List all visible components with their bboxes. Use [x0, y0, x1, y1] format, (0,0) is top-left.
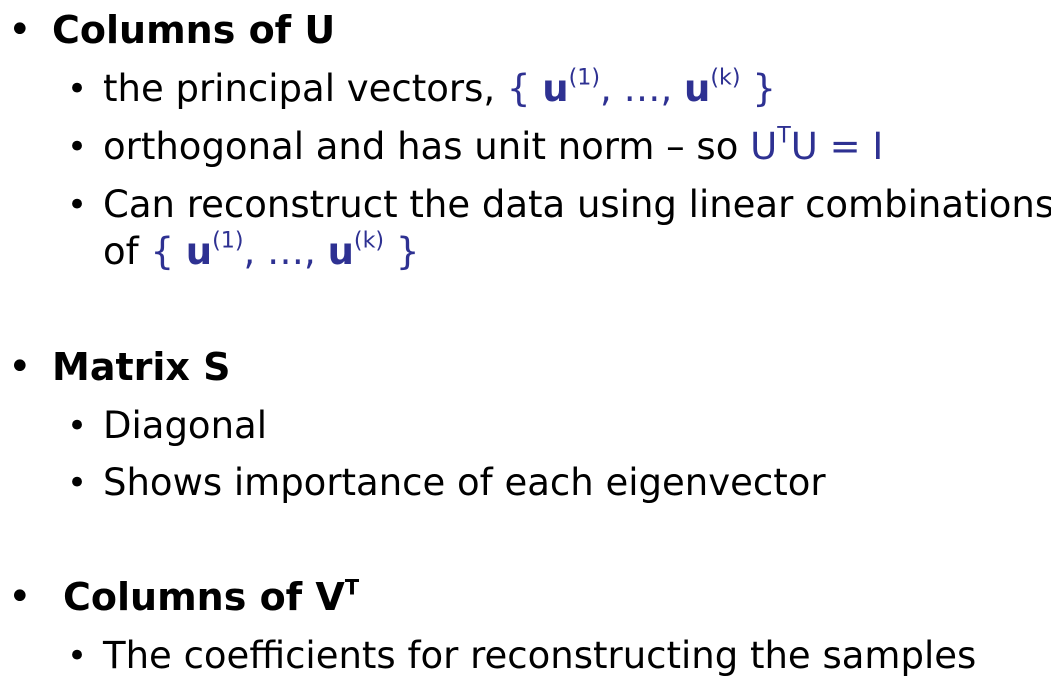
heading-columns-of-u: • Columns of U: [8, 8, 336, 52]
list-item-importance: • Shows importance of each eigenvector: [67, 461, 826, 505]
bullet: •: [8, 574, 32, 620]
bullet: •: [8, 344, 32, 390]
bullet: •: [67, 636, 88, 676]
bullet: •: [67, 406, 88, 446]
bullet: •: [67, 69, 88, 109]
math-utu-identity: UTU = I: [750, 122, 884, 168]
heading-text: Columns of U: [52, 8, 336, 52]
list-item-coefficients: • The coefficients for reconstructing th…: [67, 634, 977, 678]
heading-text: Columns of V: [63, 575, 345, 619]
heading-superscript: T: [344, 575, 360, 600]
list-item-diagonal: • Diagonal: [67, 404, 267, 448]
item-text-line1: Can reconstruct the data using linear co…: [103, 183, 1051, 226]
list-item-principal-vectors: • the principal vectors, { u(1), …, u(k)…: [67, 64, 776, 111]
bullet: •: [8, 7, 32, 53]
item-text: orthogonal and has unit norm – so: [103, 125, 751, 168]
item-text: the principal vectors,: [103, 67, 507, 110]
heading-columns-of-vt: • Columns of VT: [8, 575, 360, 619]
item-text: Shows importance of each eigenvector: [103, 461, 826, 504]
list-item-reconstruct-continued: of { u(1), …, u(k) }: [103, 227, 420, 274]
bullet: •: [67, 463, 88, 503]
math-set-u: { u(1), …, u(k) }: [150, 227, 420, 273]
bullet: •: [67, 185, 88, 225]
item-text: Diagonal: [103, 404, 267, 447]
item-text-line2: of: [103, 230, 151, 273]
list-item-reconstruct: • Can reconstruct the data using linear …: [67, 183, 1051, 227]
math-set-u: { u(1), …, u(k) }: [506, 64, 776, 110]
item-text: The coefficients for reconstructing the …: [103, 634, 977, 677]
list-item-orthogonal: • orthogonal and has unit norm – so UTU …: [67, 122, 884, 169]
bullet: •: [67, 127, 88, 167]
heading-matrix-s: • Matrix S: [8, 345, 231, 389]
heading-text: Matrix S: [52, 345, 231, 389]
